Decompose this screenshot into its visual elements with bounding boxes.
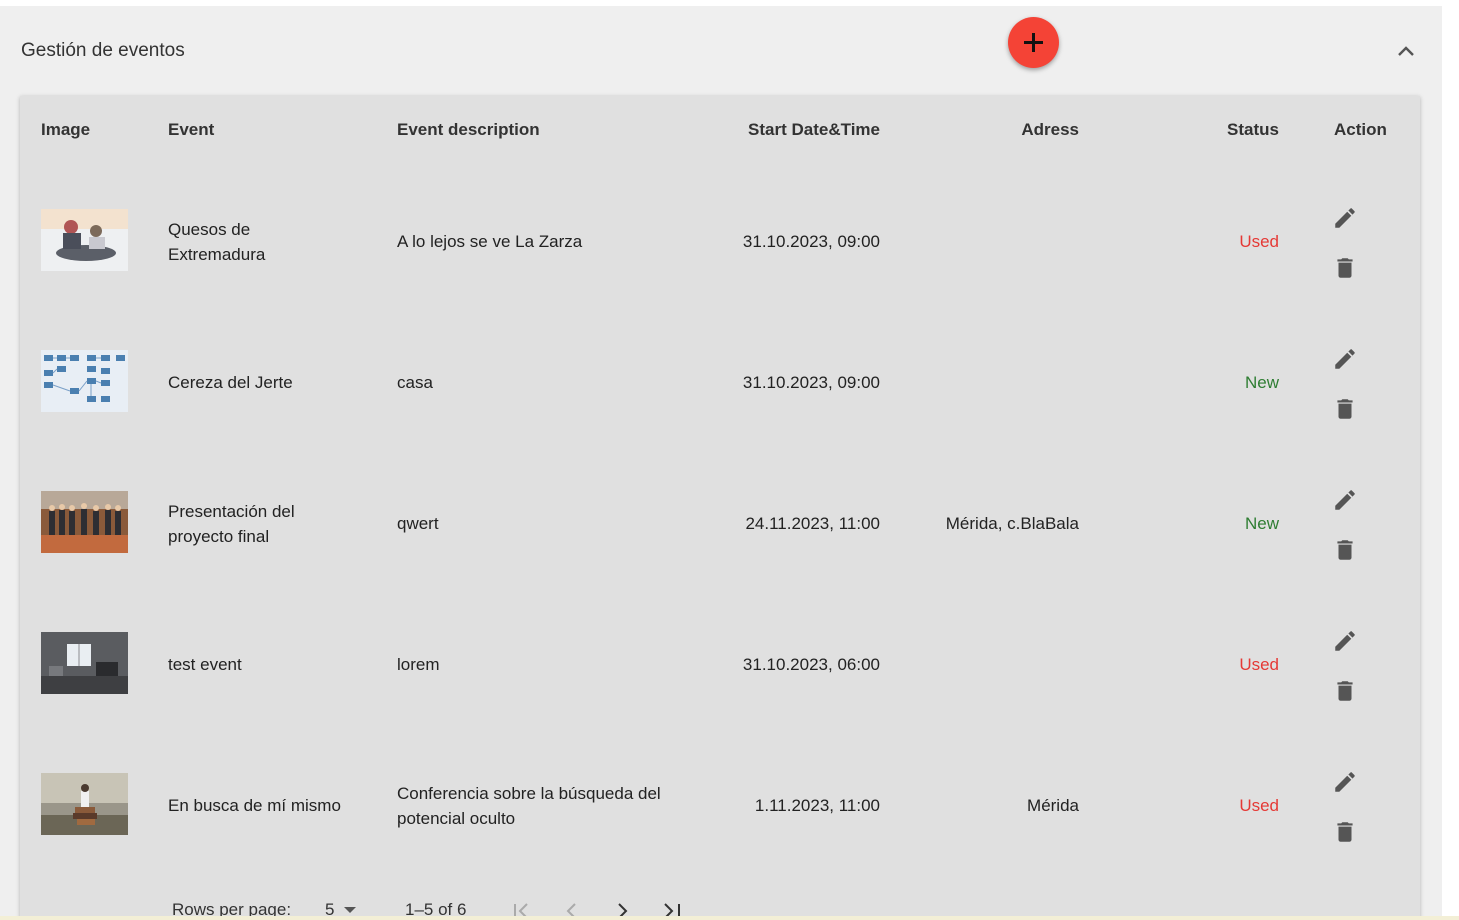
- delete-icon[interactable]: [1332, 819, 1358, 845]
- event-image: [41, 350, 128, 412]
- edit-icon[interactable]: [1332, 346, 1358, 372]
- status-badge: New: [1244, 373, 1279, 392]
- header-status[interactable]: Status: [1227, 120, 1279, 140]
- event-start: 31.10.2023, 06:00: [742, 655, 880, 674]
- event-start: 24.11.2023, 11:00: [745, 514, 880, 533]
- table-row: Presentación del proyecto final qwert 24…: [20, 454, 1420, 595]
- header-start[interactable]: Start Date&Time: [748, 120, 880, 140]
- header-image[interactable]: Image: [41, 120, 90, 140]
- window-bottom-edge: [0, 916, 1459, 920]
- event-image: [41, 632, 128, 694]
- status-badge: Used: [1239, 232, 1279, 251]
- event-management-panel: Gestión de eventos Image Event Event des…: [0, 6, 1442, 920]
- event-start: 1.11.2023, 11:00: [754, 796, 880, 815]
- event-name: Cereza del Jerte: [168, 373, 293, 392]
- header-address[interactable]: Adress: [1021, 120, 1079, 140]
- event-image: [41, 209, 128, 271]
- table-row: En busca de mí mismo Conferencia sobre l…: [20, 736, 1420, 877]
- event-start: 31.10.2023, 09:00: [742, 373, 880, 392]
- event-description: lorem: [397, 655, 440, 674]
- table-row: Quesos de Extremadura A lo lejos se ve L…: [20, 172, 1420, 313]
- event-name: test event: [168, 655, 242, 674]
- event-address: Mérida, c.BlaBala: [945, 514, 1079, 533]
- event-name: Quesos de Extremadura: [168, 220, 266, 264]
- delete-icon[interactable]: [1332, 255, 1358, 281]
- event-image: [41, 773, 128, 835]
- status-badge: Used: [1239, 655, 1279, 674]
- status-badge: New: [1244, 514, 1279, 533]
- table-row: Cereza del Jerte casa 31.10.2023, 09:00 …: [20, 313, 1420, 454]
- status-badge: Used: [1239, 796, 1279, 815]
- events-table: Image Event Event description Start Date…: [20, 96, 1420, 920]
- event-address: Mérida: [1027, 796, 1079, 815]
- event-description: casa: [397, 373, 433, 392]
- dropdown-arrow-icon: [344, 907, 356, 913]
- event-name: Presentación del proyecto final: [168, 502, 295, 546]
- header-action: Action: [1334, 120, 1387, 139]
- edit-icon[interactable]: [1332, 205, 1358, 231]
- add-event-button[interactable]: [1008, 17, 1059, 68]
- delete-icon[interactable]: [1332, 396, 1358, 422]
- header-event[interactable]: Event: [168, 120, 214, 140]
- panel-title: Gestión de eventos: [21, 40, 185, 61]
- delete-icon[interactable]: [1332, 678, 1358, 704]
- event-name: En busca de mí mismo: [168, 796, 341, 815]
- event-description: qwert: [397, 514, 439, 533]
- event-image: [41, 491, 128, 553]
- event-start: 31.10.2023, 09:00: [742, 232, 880, 251]
- edit-icon[interactable]: [1332, 628, 1358, 654]
- chevron-up-icon[interactable]: [1396, 44, 1416, 58]
- event-description: A lo lejos se ve La Zarza: [397, 232, 583, 251]
- table-row: test event lorem 31.10.2023, 06:00 Used: [20, 595, 1420, 736]
- edit-icon[interactable]: [1332, 487, 1358, 513]
- header-description[interactable]: Event description: [397, 120, 540, 140]
- edit-icon[interactable]: [1332, 769, 1358, 795]
- delete-icon[interactable]: [1332, 537, 1358, 563]
- event-description: Conferencia sobre la búsqueda del potenc…: [397, 784, 661, 828]
- plus-icon: [1024, 33, 1043, 52]
